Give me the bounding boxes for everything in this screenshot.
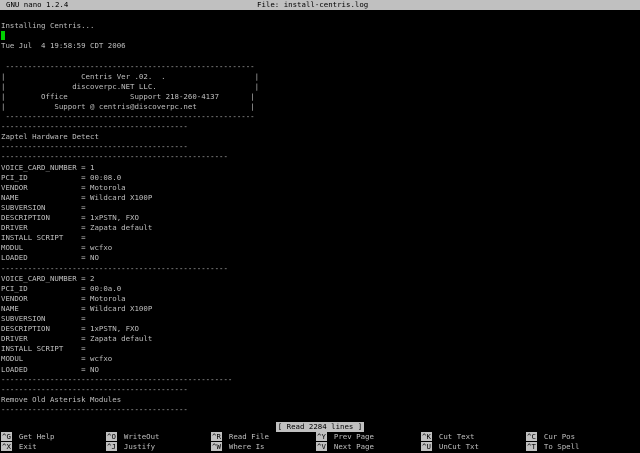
status-message: [ Read 2284 lines ] xyxy=(275,422,365,432)
shortcut-label: WriteOut xyxy=(123,432,160,441)
editor-line: ----------------------------------------… xyxy=(1,122,188,132)
editor-line: VENDOR = Motorola xyxy=(1,293,126,303)
editor-line: PCI_ID = 00:0a.0 xyxy=(1,283,122,293)
shortcut-prev-page[interactable]: ^Y Prev Page xyxy=(316,432,374,442)
shortcut-label: To Spell xyxy=(543,442,580,451)
editor-line: ----------------------------------------… xyxy=(1,384,188,394)
shortcut-key: ^U xyxy=(421,442,432,451)
editor-line: SUBVERSION = xyxy=(1,202,86,212)
shortcut-bar: ^G Get Help ^X Exit ^O WriteOut ^J Justify ^R Rea… xyxy=(0,432,640,453)
editor-line: ----------------------------------------… xyxy=(1,142,188,152)
editor-line: Installing Centris... xyxy=(1,21,95,31)
shortcut-key: ^J xyxy=(106,442,117,451)
shortcut-get-help[interactable]: ^G Get Help xyxy=(1,432,55,442)
editor-line: DESCRIPTION = 1xPSTN, FXO xyxy=(1,213,139,222)
editor-line: INSTALL SCRIPT = xyxy=(1,233,86,243)
editor-line: DRIVER = Zapata default xyxy=(1,334,153,344)
editor-line: NAME = Wildcard X100P xyxy=(1,192,153,202)
editor-line: | discoverpc.NET LLC. | xyxy=(1,81,260,91)
shortcut-writeout[interactable]: ^O WriteOut xyxy=(106,432,160,442)
editor-line: MODUL = wcfxo xyxy=(1,243,113,253)
shortcut-label: Justify xyxy=(123,442,156,451)
shortcut-key: ^R xyxy=(211,432,222,441)
editor-line: Zaptel Hardware Detect xyxy=(1,132,99,142)
editor-line: | Centris Ver .02. . | xyxy=(1,71,260,81)
editor-line: MODUL = wcfxo xyxy=(1,354,113,364)
shortcut-to-spell[interactable]: ^T To Spell xyxy=(526,442,580,452)
editor-line: ----------------------------------------… xyxy=(1,374,233,384)
editor-line: ----------------------------------------… xyxy=(1,61,255,71)
editor-line: VENDOR = Motorola xyxy=(1,182,126,192)
editor-line: ----------------------------------------… xyxy=(1,152,228,162)
shortcut-cut-text[interactable]: ^K Cut Text xyxy=(421,432,475,442)
shortcut-label: UnCut Txt xyxy=(438,442,479,451)
shortcut-key: ^X xyxy=(1,442,12,451)
editor-line: NAME = Wildcard X100P xyxy=(1,303,153,313)
editor-line: ----------------------------------------… xyxy=(1,112,255,121)
shortcut-key: ^V xyxy=(316,442,327,451)
shortcut-key: ^O xyxy=(106,432,117,441)
shortcut-key: ^G xyxy=(1,432,12,441)
shortcut-key: ^Y xyxy=(316,432,327,441)
shortcut-key: ^C xyxy=(526,432,537,441)
editor-line: VOICE_CARD_NUMBER = 1 xyxy=(1,162,95,172)
editor-line: INSTALL SCRIPT = xyxy=(1,344,86,354)
shortcut-label: Cur Pos xyxy=(543,432,576,441)
status-bar: [ Read 2284 lines ] xyxy=(0,422,640,432)
editor-line: Remove Old Asterisk Modules xyxy=(1,394,122,404)
shortcut-where-is[interactable]: ^W Where Is xyxy=(211,442,265,452)
shortcut-key: ^K xyxy=(421,432,432,441)
shortcut-read-file[interactable]: ^R Read File xyxy=(211,432,269,442)
shortcut-uncut-txt[interactable]: ^U UnCut Txt xyxy=(421,442,479,452)
shortcut-justify[interactable]: ^J Justify xyxy=(106,442,155,452)
editor-line: ----------------------------------------… xyxy=(1,263,228,273)
editor-line: ----------------------------------------… xyxy=(1,404,188,414)
shortcut-cur-pos[interactable]: ^C Cur Pos xyxy=(526,432,575,442)
shortcut-key: ^T xyxy=(526,442,537,451)
editor-line: LOADED = NO xyxy=(1,253,99,263)
text-cursor xyxy=(1,31,5,40)
title-bar: GNU nano 1.2.4 File: install-centris.log xyxy=(0,0,640,10)
shortcut-next-page[interactable]: ^V Next Page xyxy=(316,442,374,452)
shortcut-label: Exit xyxy=(18,442,37,451)
editor-line: PCI_ID = 00:08.0 xyxy=(1,172,122,182)
editor-line: | Support @ centris@discoverpc.net | xyxy=(1,101,255,111)
shortcut-label: Get Help xyxy=(18,432,55,441)
shortcut-exit[interactable]: ^X Exit xyxy=(1,442,37,452)
shortcut-label: Prev Page xyxy=(333,432,374,441)
editor-line: Tue Jul 4 19:58:59 CDT 2006 xyxy=(1,41,126,51)
editor-line: DESCRIPTION = 1xPSTN, FXO xyxy=(1,324,139,334)
shortcut-label: Next Page xyxy=(333,442,374,451)
editor-line: SUBVERSION = xyxy=(1,314,86,323)
shortcut-label: Read File xyxy=(228,432,269,441)
editor-line: | Office Support 218-260-4137 | xyxy=(1,91,255,101)
shortcut-label: Where Is xyxy=(228,442,265,451)
text-editor-area[interactable]: Installing Centris... Tue Jul 4 19:58:59 … xyxy=(0,10,640,422)
shortcut-key: ^W xyxy=(211,442,222,451)
file-name: File: install-centris.log xyxy=(257,0,369,9)
editor-line: DRIVER = Zapata default xyxy=(1,223,153,233)
app-version: GNU nano 1.2.4 xyxy=(6,0,69,9)
editor-line: LOADED = NO xyxy=(1,364,99,374)
editor-line: VOICE_CARD_NUMBER = 2 xyxy=(1,273,95,283)
shortcut-label: Cut Text xyxy=(438,432,475,441)
